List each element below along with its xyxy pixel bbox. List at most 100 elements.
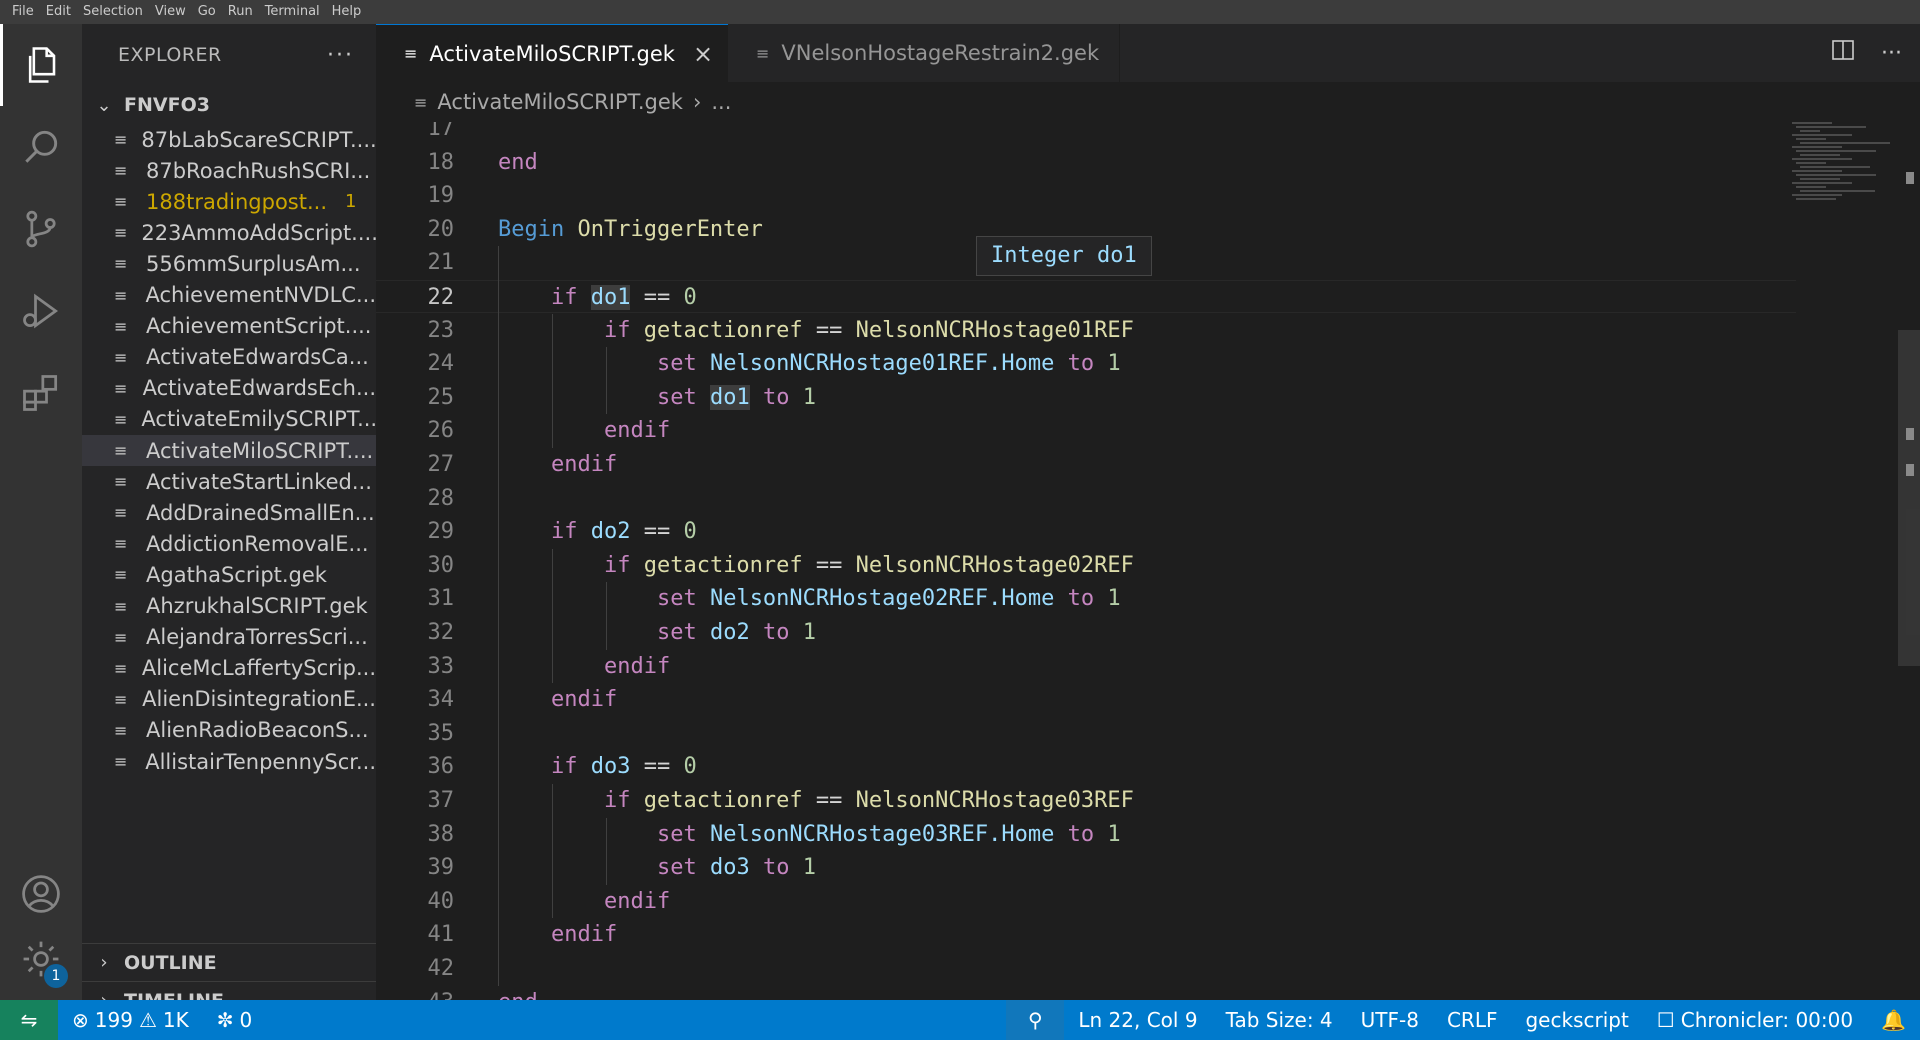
list-item[interactable]: ≡ AddictionRemovalE... bbox=[82, 528, 376, 559]
list-item[interactable]: ≡ AlejandraTorresScri... bbox=[82, 622, 376, 653]
extensions-icon[interactable] bbox=[0, 352, 82, 434]
explorer-icon[interactable] bbox=[0, 24, 82, 106]
list-item[interactable]: ≡ ActivateEdwardsCa... bbox=[82, 342, 376, 373]
list-item[interactable]: ≡ AllistairTenpennyScr... bbox=[82, 746, 376, 777]
minimap-line bbox=[1800, 154, 1840, 156]
code-line[interactable]: 23 if getactionref == NelsonNCRHostage01… bbox=[376, 314, 1796, 347]
line-number: 26 bbox=[427, 418, 455, 444]
bell-icon[interactable]: 🔔 bbox=[1867, 1008, 1920, 1032]
menu-terminal[interactable]: Terminal bbox=[259, 0, 326, 24]
code-line[interactable]: 29 if do2 == 0 bbox=[376, 515, 1796, 548]
code-token: do1 bbox=[590, 285, 631, 310]
code-line[interactable]: 34 endif bbox=[376, 683, 1796, 716]
end-of-line[interactable]: CRLF bbox=[1433, 1008, 1512, 1032]
code-line[interactable]: 30 if getactionref == NelsonNCRHostage02… bbox=[376, 549, 1796, 582]
vertical-scrollbar[interactable] bbox=[1898, 330, 1920, 666]
code-line[interactable]: 35 bbox=[376, 717, 1796, 750]
code-line[interactable]: 24 set NelsonNCRHostage01REF.Home to 1 bbox=[376, 347, 1796, 380]
code-token: 1 bbox=[802, 384, 816, 410]
code-token: Begin bbox=[498, 216, 565, 242]
menu-help[interactable]: Help bbox=[326, 0, 368, 24]
manage-gear-icon[interactable]: 1 bbox=[0, 918, 82, 1000]
language-mode[interactable]: geckscript bbox=[1511, 1008, 1642, 1032]
list-item[interactable]: ≡ AlienRadioBeaconS... bbox=[82, 715, 376, 746]
folder-header[interactable]: ⌄ FNVFO3 bbox=[82, 86, 376, 124]
cursor-position[interactable]: Ln 22, Col 9 bbox=[1064, 1008, 1211, 1032]
list-item[interactable]: ≡ ActivateEmilySCRIPT... bbox=[82, 404, 376, 435]
code-line[interactable]: 37 if getactionref == NelsonNCRHostage03… bbox=[376, 784, 1796, 817]
code-line[interactable]: 38 set NelsonNCRHostage03REF.Home to 1 bbox=[376, 818, 1796, 851]
list-item[interactable]: ≡ 87bRoachRushSCRI... bbox=[82, 155, 376, 186]
breadcrumb-rest[interactable]: ... bbox=[711, 90, 731, 114]
list-item[interactable]: ≡ ActivateStartLinked... bbox=[82, 466, 376, 497]
list-item[interactable]: ≡ 188tradingpost... 1 bbox=[82, 186, 376, 217]
code-editor[interactable]: 17 18 end 19 20 Begin OnTriggerEnter 21 22 if d… bbox=[376, 122, 1920, 1000]
split-editor-icon[interactable] bbox=[1831, 39, 1855, 67]
menu-file[interactable]: File bbox=[6, 0, 40, 24]
menu-view[interactable]: View bbox=[149, 0, 192, 24]
code-line[interactable]: 31 set NelsonNCRHostage02REF.Home to 1 bbox=[376, 582, 1796, 615]
code-line[interactable]: 33 endif bbox=[376, 650, 1796, 683]
list-item[interactable]: ≡ AhzrukhalSCRIPT.gek bbox=[82, 591, 376, 622]
code-line[interactable]: 39 set do3 to 1 bbox=[376, 851, 1796, 884]
menu-go[interactable]: Go bbox=[192, 0, 222, 24]
problems-indicator[interactable]: ⊗ 199 ⚠ 1K bbox=[58, 1008, 203, 1032]
list-item[interactable]: ≡ AchievementScript.... bbox=[82, 311, 376, 342]
breadcrumb-file[interactable]: ActivateMiloSCRIPT.gek bbox=[437, 90, 683, 114]
list-item[interactable]: ≡ 223AmmoAddScript.... bbox=[82, 217, 376, 248]
status-bar-right: ⚲ Ln 22, Col 9 Tab Size: 4 UTF-8 CRLF ge… bbox=[1006, 1000, 1920, 1040]
file-name: AgathaScript.gek bbox=[146, 562, 327, 587]
file-name: AliceMcLaffertyScrip... bbox=[141, 656, 376, 681]
list-item[interactable]: ≡ 87bLabScareSCRIPT.... bbox=[82, 124, 376, 155]
source-control-icon[interactable] bbox=[0, 188, 82, 270]
list-item[interactable]: ≡ AddDrainedSmallEn... bbox=[82, 497, 376, 528]
code-line[interactable]: 18 end bbox=[376, 146, 1796, 179]
tab-size[interactable]: Tab Size: 4 bbox=[1212, 1008, 1347, 1032]
code-text: end bbox=[498, 146, 538, 179]
close-icon[interactable]: × bbox=[693, 40, 713, 68]
list-item[interactable]: ≡ ActivateEdwardsEch... bbox=[82, 373, 376, 404]
minimap-line bbox=[1796, 198, 1836, 200]
code-line[interactable]: 26 endif bbox=[376, 414, 1796, 447]
code-line[interactable]: 19 bbox=[376, 179, 1796, 212]
list-item[interactable]: ≡ AchievementNVDLC... bbox=[82, 280, 376, 311]
search-icon[interactable] bbox=[0, 106, 82, 188]
minimap-line bbox=[1800, 130, 1820, 132]
minimap-line bbox=[1800, 142, 1890, 144]
code-line[interactable]: 17 bbox=[376, 122, 1796, 145]
code-token: end bbox=[498, 990, 538, 1000]
minimap[interactable] bbox=[1792, 122, 1896, 262]
run-debug-icon[interactable] bbox=[0, 270, 82, 352]
code-line[interactable]: 42 bbox=[376, 952, 1796, 985]
list-item[interactable]: ≡ AliceMcLaffertyScrip... bbox=[82, 653, 376, 684]
list-item[interactable]: ≡ 556mmSurplusAm... bbox=[82, 248, 376, 279]
code-token: NelsonNCRHostage03REF bbox=[855, 788, 1134, 813]
list-item[interactable]: ≡ AlienDisintegrationE... bbox=[82, 684, 376, 715]
code-line[interactable]: 36 if do3 == 0 bbox=[376, 750, 1796, 783]
encoding[interactable]: UTF-8 bbox=[1347, 1008, 1433, 1032]
code-line[interactable]: 28 bbox=[376, 482, 1796, 515]
tab-activatemiloscript[interactable]: ≡ ActivateMiloSCRIPT.gek × bbox=[376, 24, 728, 82]
zoom-icon[interactable]: ⚲ bbox=[1006, 1000, 1065, 1040]
code-line[interactable]: 32 set do2 to 1 bbox=[376, 616, 1796, 649]
code-line[interactable]: 43 end bbox=[376, 986, 1796, 1000]
list-item[interactable]: ≡ ActivateMiloSCRIPT.... bbox=[82, 435, 376, 466]
menu-run[interactable]: Run bbox=[222, 0, 259, 24]
more-actions-icon[interactable]: ··· bbox=[1881, 41, 1902, 66]
chronicler-status[interactable]: ☐ Chronicler: 00:00 bbox=[1643, 1008, 1867, 1032]
code-line[interactable]: 27 endif bbox=[376, 448, 1796, 481]
file-lines-icon: ≡ bbox=[114, 689, 128, 709]
menu-edit[interactable]: Edit bbox=[40, 0, 77, 24]
list-item[interactable]: ≡ AgathaScript.gek bbox=[82, 559, 376, 590]
tab-vnelsonhostagerestrain2[interactable]: ≡ VNelsonHostageRestrain2.gek bbox=[728, 24, 1120, 82]
more-actions-icon[interactable]: ··· bbox=[327, 43, 354, 68]
outline-section[interactable]: › OUTLINE bbox=[82, 943, 376, 981]
code-line[interactable]: 40 endif bbox=[376, 885, 1796, 918]
code-line[interactable]: 22 if do1 == 0 bbox=[376, 280, 1796, 313]
menu-selection[interactable]: Selection bbox=[77, 0, 149, 24]
code-token: .Home bbox=[988, 821, 1055, 847]
ports-indicator[interactable]: ✼ 0 bbox=[203, 1008, 267, 1032]
code-line[interactable]: 25 set do1 to 1 bbox=[376, 381, 1796, 414]
remote-indicator-icon[interactable]: ⇋ bbox=[0, 1000, 58, 1040]
code-line[interactable]: 41 endif bbox=[376, 918, 1796, 951]
